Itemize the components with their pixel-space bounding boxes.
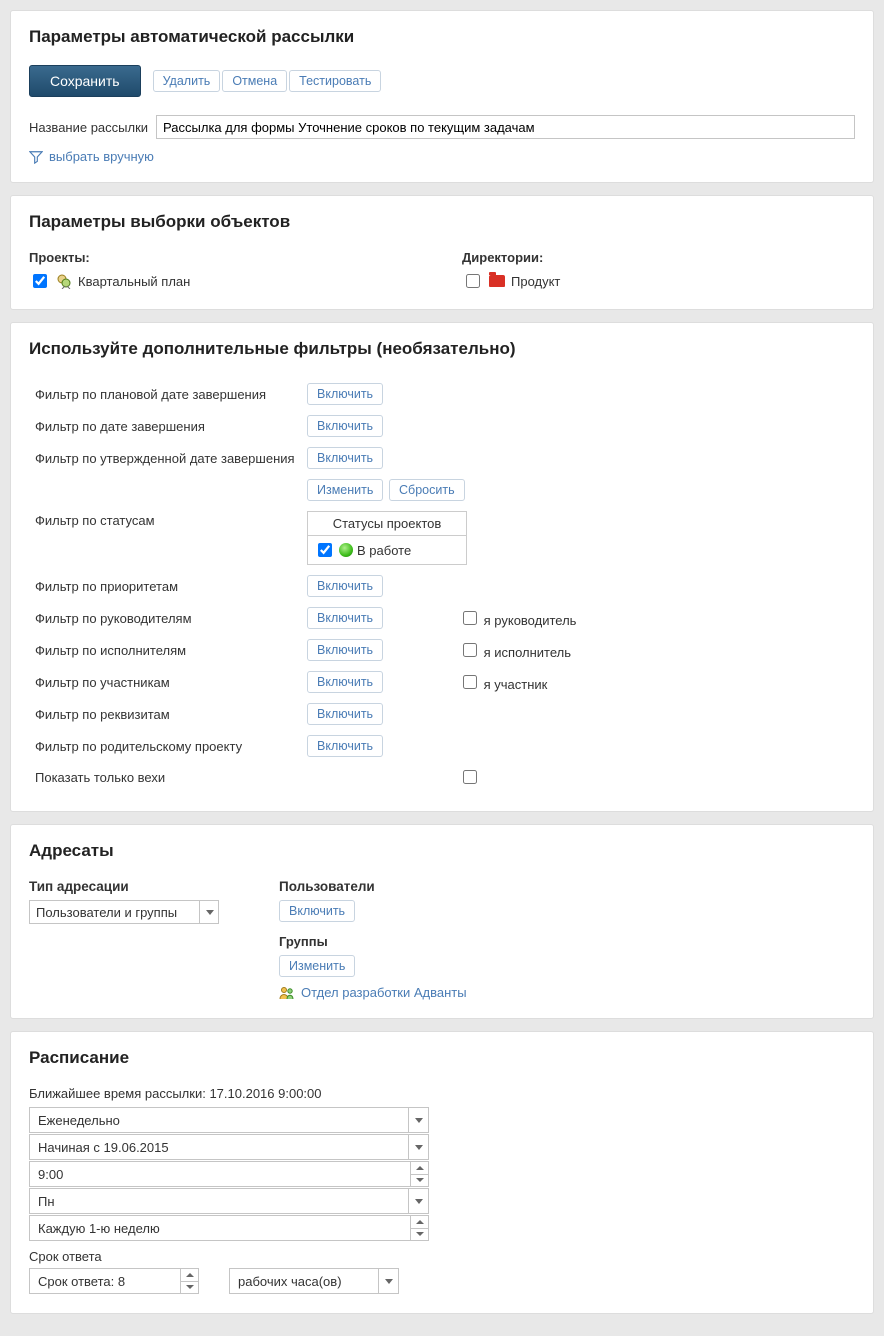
panel-title: Адресаты <box>29 841 855 861</box>
spin-up[interactable] <box>181 1269 198 1282</box>
me-assignee-option[interactable]: я исполнитель <box>459 645 571 660</box>
panel-object-selection: Параметры выборки объектов Проекты: Квар… <box>10 195 874 310</box>
enable-users-button[interactable]: Включить <box>279 900 355 922</box>
panel-schedule: Расписание Ближайшее время рассылки: 17.… <box>10 1031 874 1314</box>
project-icon <box>56 273 72 289</box>
filter-end-label: Фильтр по дате завершения <box>31 411 301 441</box>
spin-up[interactable] <box>411 1162 428 1175</box>
projects-label: Проекты: <box>29 250 422 265</box>
mailing-name-row: Название рассылки <box>29 115 855 139</box>
enable-button[interactable]: Включить <box>307 415 383 437</box>
delete-button[interactable]: Удалить <box>153 70 221 92</box>
filter-assignees-label: Фильтр по исполнителям <box>31 635 301 665</box>
directories-label: Директории: <box>462 250 855 265</box>
filter-parent-project-label: Фильтр по родительскому проекту <box>31 731 301 761</box>
deadline-unit-select[interactable]: рабочих часа(ов) <box>229 1268 399 1294</box>
group-name[interactable]: Отдел разработки Адванты <box>301 985 467 1000</box>
filter-planned-end-label: Фильтр по плановой дате завершения <box>31 379 301 409</box>
users-label: Пользователи <box>279 879 467 894</box>
me-participant-checkbox[interactable] <box>463 675 477 689</box>
toolbar: Сохранить Удалить Отмена Тестировать <box>29 65 855 97</box>
filter-participants-label: Фильтр по участникам <box>31 667 301 697</box>
reset-button[interactable]: Сбросить <box>389 479 465 501</box>
filter-priority-label: Фильтр по приоритетам <box>31 571 301 601</box>
enable-button[interactable]: Включить <box>307 703 383 725</box>
enable-button[interactable]: Включить <box>307 735 383 757</box>
spinner-buttons[interactable] <box>410 1216 428 1240</box>
panel-title: Параметры выборки объектов <box>29 212 855 232</box>
change-groups-button[interactable]: Изменить <box>279 955 355 977</box>
panel-title: Используйте дополнительные фильтры (необ… <box>29 339 855 359</box>
enable-button[interactable]: Включить <box>307 383 383 405</box>
directory-name: Продукт <box>511 274 560 289</box>
spin-up[interactable] <box>411 1216 428 1229</box>
chevron-down-icon <box>378 1269 398 1293</box>
test-button[interactable]: Тестировать <box>289 70 381 92</box>
funnel-icon <box>29 150 43 164</box>
status-checkbox[interactable] <box>318 543 332 557</box>
directory-checkbox[interactable] <box>466 274 480 288</box>
show-milestones-label: Показать только вехи <box>31 763 301 791</box>
manual-select-link[interactable]: выбрать вручную <box>29 149 855 164</box>
show-milestones-checkbox[interactable] <box>463 770 477 784</box>
manual-select-label: выбрать вручную <box>49 149 154 164</box>
enable-button[interactable]: Включить <box>307 671 383 693</box>
filter-requisites-label: Фильтр по реквизитам <box>31 699 301 729</box>
frequency-select[interactable]: Еженедельно <box>29 1107 429 1133</box>
filter-approved-end-label: Фильтр по утвержденной дате завершения <box>31 443 301 473</box>
me-manager-option[interactable]: я руководитель <box>459 613 576 628</box>
folder-icon <box>489 275 505 287</box>
deadline-label: Срок ответа <box>29 1249 855 1264</box>
status-name: В работе <box>357 543 411 558</box>
change-button[interactable]: Изменить <box>307 479 383 501</box>
spin-down[interactable] <box>411 1229 428 1241</box>
addressing-type-select[interactable]: Пользователи и группы <box>29 900 219 924</box>
project-name: Квартальный план <box>78 274 190 289</box>
panel-addressees: Адресаты Тип адресации Пользователи и гр… <box>10 824 874 1019</box>
chevron-down-icon <box>408 1108 428 1132</box>
addressing-type-label: Тип адресации <box>29 879 219 894</box>
panel-title: Параметры автоматической рассылки <box>29 27 855 47</box>
enable-button[interactable]: Включить <box>307 639 383 661</box>
status-header: Статусы проектов <box>308 512 466 536</box>
enable-button[interactable]: Включить <box>307 607 383 629</box>
save-button[interactable]: Сохранить <box>29 65 141 97</box>
project-item: Квартальный план <box>29 271 422 291</box>
spinner-buttons[interactable] <box>410 1162 428 1186</box>
time-spinner[interactable]: 9:00 <box>29 1161 429 1187</box>
status-item: В работе <box>308 536 466 564</box>
filter-status-label: Фильтр по статусам <box>31 507 301 569</box>
group-item: Отдел разработки Адванты <box>279 985 467 1000</box>
status-ball-icon <box>339 543 353 557</box>
start-date-select[interactable]: Начиная с 19.06.2015 <box>29 1134 429 1160</box>
cancel-button[interactable]: Отмена <box>222 70 287 92</box>
mailing-name-input[interactable] <box>156 115 855 139</box>
day-select[interactable]: Пн <box>29 1188 429 1214</box>
status-list: Статусы проектов В работе <box>307 511 467 565</box>
deadline-spinner[interactable]: Срок ответа: 8 <box>29 1268 199 1294</box>
directory-item: Продукт <box>462 271 855 291</box>
panel-filters: Используйте дополнительные фильтры (необ… <box>10 322 874 812</box>
enable-button[interactable]: Включить <box>307 447 383 469</box>
spinner-buttons[interactable] <box>180 1269 198 1293</box>
groups-label: Группы <box>279 934 467 949</box>
me-participant-option[interactable]: я участник <box>459 677 547 692</box>
week-spinner[interactable]: Каждую 1-ю неделю <box>29 1215 429 1241</box>
panel-title: Расписание <box>29 1048 855 1068</box>
chevron-down-icon <box>408 1189 428 1213</box>
users-icon <box>279 986 295 1000</box>
project-checkbox[interactable] <box>33 274 47 288</box>
me-assignee-checkbox[interactable] <box>463 643 477 657</box>
enable-button[interactable]: Включить <box>307 575 383 597</box>
filter-managers-label: Фильтр по руководителям <box>31 603 301 633</box>
spin-down[interactable] <box>411 1175 428 1187</box>
spin-down[interactable] <box>181 1282 198 1294</box>
panel-auto-mailing-params: Параметры автоматической рассылки Сохран… <box>10 10 874 183</box>
chevron-down-icon <box>408 1135 428 1159</box>
me-manager-checkbox[interactable] <box>463 611 477 625</box>
next-send-time: Ближайшее время рассылки: 17.10.2016 9:0… <box>29 1086 855 1101</box>
mailing-name-label: Название рассылки <box>29 120 156 135</box>
